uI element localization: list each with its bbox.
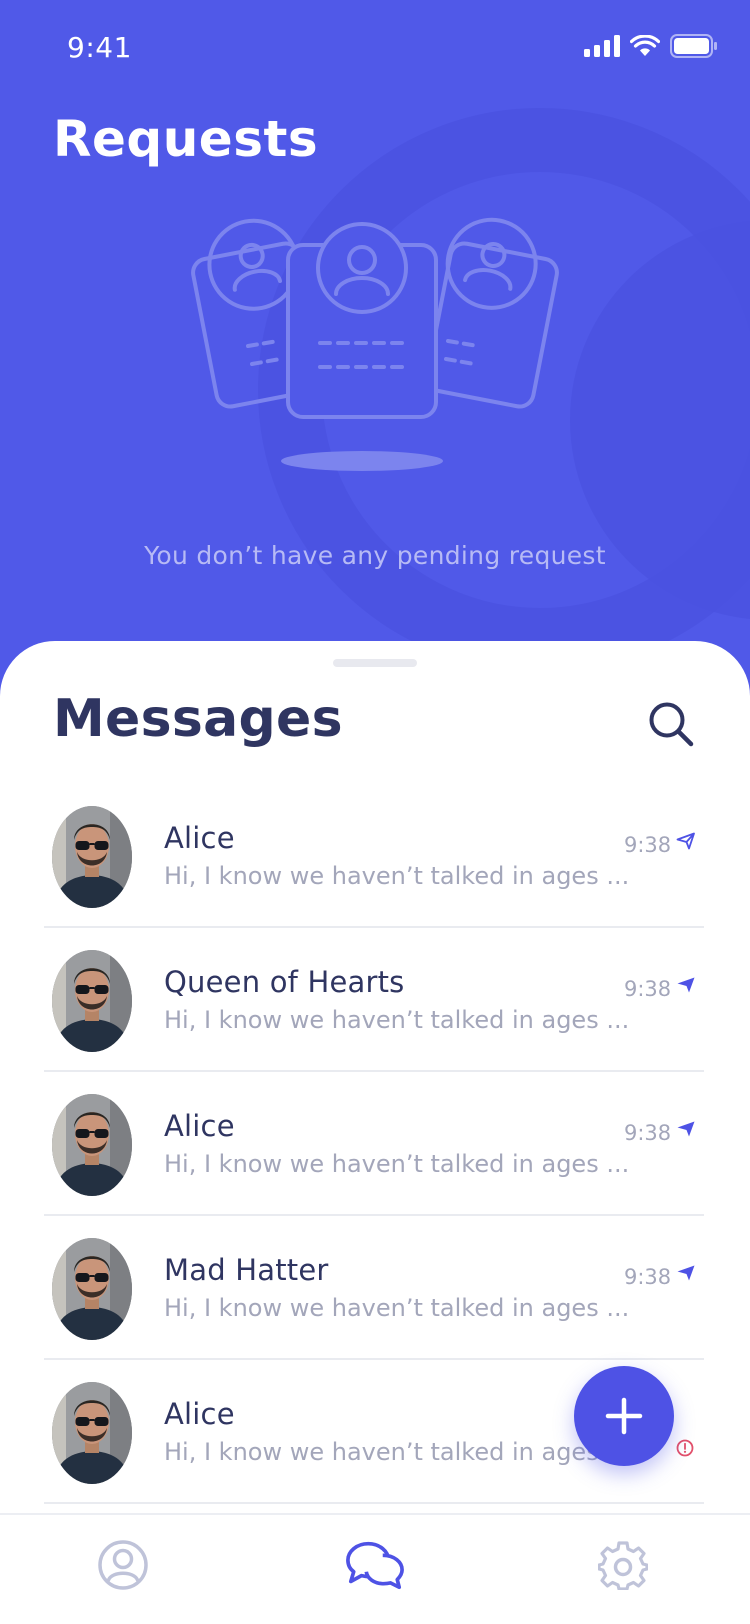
avatar [52, 1238, 132, 1340]
person-photo [52, 1238, 132, 1340]
avatar [52, 1094, 132, 1196]
contact-name: Alice [164, 1109, 235, 1143]
avatar [52, 950, 132, 1052]
conversation-row[interactable]: Mad Hatter Hi, I know we haven’t talked i… [44, 1216, 704, 1360]
messages-sheet: Messages Alice Hi, I know we haven’t talk… [0, 641, 750, 1624]
page-title: Requests [53, 110, 319, 168]
messages-title: Messages [53, 689, 343, 749]
conversation-row[interactable]: Queen of Hearts Hi, I know we haven’t tal… [44, 928, 704, 1072]
tab-profile[interactable] [93, 1535, 153, 1595]
settings-icon [598, 1541, 648, 1590]
wifi-icon [630, 35, 660, 56]
status-bar: 9:41 [0, 0, 750, 96]
tab-bar [0, 1513, 750, 1624]
error-icon [676, 1439, 694, 1461]
sent-filled-icon [676, 1264, 696, 1286]
conversation-row[interactable]: Alice Hi, I know we haven’t talked in age… [44, 1072, 704, 1216]
message-preview: Hi, I know we haven’t talked in ages ... [164, 1006, 630, 1034]
contact-name: Queen of Hearts [164, 965, 405, 999]
tab-settings[interactable] [593, 1535, 653, 1595]
tab-messages[interactable] [345, 1535, 405, 1595]
person-photo [52, 950, 132, 1052]
message-preview: Hi, I know we haven’t talked in ages ... [164, 862, 630, 890]
sent-outline-icon [676, 832, 696, 854]
status-time: 9:41 [67, 31, 132, 64]
status-icons [584, 34, 718, 58]
message-time: 9:38 [624, 977, 672, 1001]
sheet-drag-handle[interactable] [333, 659, 417, 667]
message-time: 9:38 [624, 833, 672, 857]
avatar [52, 1382, 132, 1484]
message-time: 9:38 [624, 1121, 672, 1145]
sent-filled-icon [676, 1120, 696, 1142]
contact-name: Mad Hatter [164, 1253, 329, 1287]
plus-icon [605, 1397, 643, 1435]
search-button[interactable] [645, 698, 697, 750]
contact-name: Alice [164, 821, 235, 855]
requests-header: 9:41 Requests You don’t have any pending… [0, 0, 750, 700]
conversation-row[interactable]: Alice Hi, I know we haven’t talked in age… [44, 784, 704, 928]
empty-requests-message: You don’t have any pending request [144, 541, 606, 570]
person-photo [52, 1382, 132, 1484]
empty-requests-illustration [191, 217, 559, 471]
search-icon [649, 702, 694, 747]
signal-icon [584, 35, 620, 57]
profile-icon [98, 1540, 148, 1590]
battery-icon [670, 34, 717, 58]
message-preview: Hi, I know we haven’t talked in ages ... [164, 1294, 630, 1322]
new-message-button[interactable] [574, 1366, 674, 1466]
message-preview: Hi, I know we haven’t talked in ages ... [164, 1150, 630, 1178]
person-photo [52, 1094, 132, 1196]
message-time: 9:38 [624, 1265, 672, 1289]
person-photo [52, 806, 132, 908]
contact-name: Alice [164, 1397, 235, 1431]
message-preview: Hi, I know we haven’t talked in ages ... [164, 1438, 630, 1466]
avatar [52, 806, 132, 908]
chat-icon [346, 1541, 404, 1590]
sent-filled-icon [676, 976, 696, 998]
